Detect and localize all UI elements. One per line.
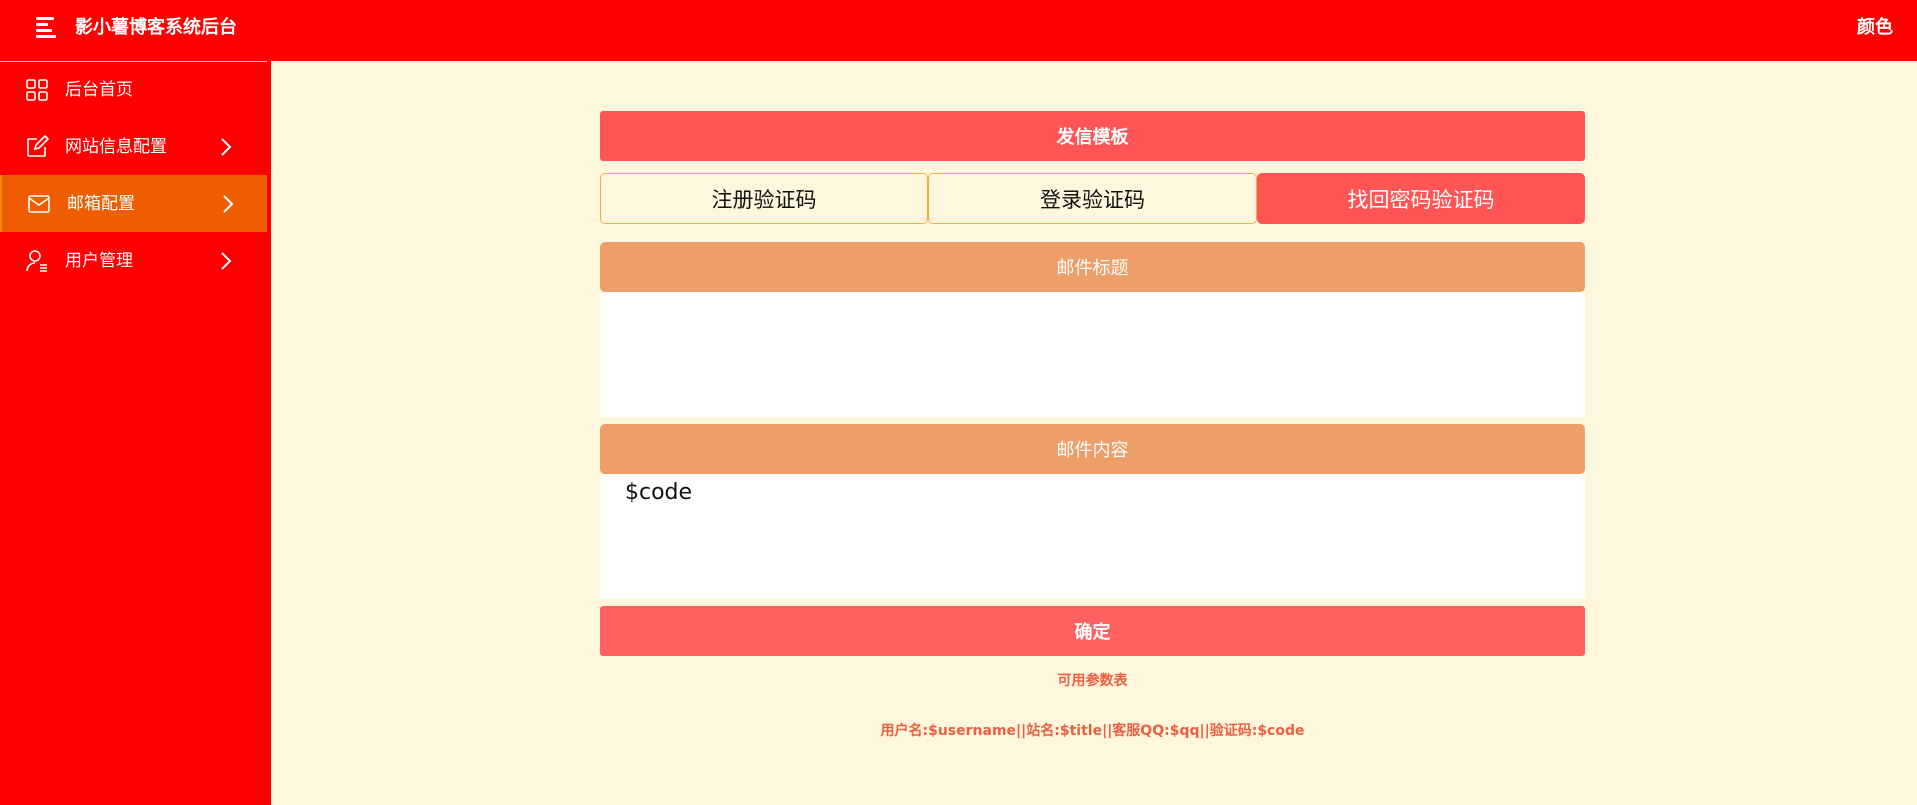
params-text: 用户名:$username||站名:$title||客服QQ:$qq||验证码:… [880, 723, 1305, 739]
sidebar-item-site-config[interactable]: 网站信息配置 [0, 118, 267, 175]
params-title: 可用参数表 [1057, 673, 1128, 689]
top-bar: 影小薯博客系统后台 颜色 [0, 0, 1917, 61]
color-theme-button[interactable]: 颜色 [1857, 16, 1893, 40]
sidebar-item-label: 网站信息配置 [65, 137, 167, 157]
grid-icon [26, 79, 48, 101]
sidebar-item-dashboard[interactable]: 后台首页 [0, 61, 267, 118]
subject-textarea[interactable] [600, 292, 1585, 417]
content-header: 邮件内容 [600, 424, 1585, 474]
chevron-right-icon [223, 195, 234, 213]
tab-reset-password-code[interactable]: 找回密码验证码 [1257, 173, 1585, 224]
chevron-right-icon [221, 138, 232, 156]
app-title: 影小薯博客系统后台 [75, 17, 237, 38]
panel-title: 发信模板 [600, 111, 1585, 161]
sidebar-item-label: 邮箱配置 [67, 194, 135, 214]
sidebar-item-user-management[interactable]: 用户管理 [0, 232, 267, 289]
tab-login-code[interactable]: 登录验证码 [928, 173, 1257, 224]
confirm-button[interactable]: 确定 [600, 606, 1585, 656]
mail-icon [28, 195, 50, 213]
user-icon [26, 250, 47, 272]
content-textarea[interactable]: $code [600, 474, 1585, 599]
chevron-right-icon [221, 252, 232, 270]
subject-header: 邮件标题 [600, 242, 1585, 292]
sidebar-item-label: 后台首页 [65, 80, 133, 100]
edit-icon [27, 135, 49, 157]
tab-register-code[interactable]: 注册验证码 [600, 173, 928, 224]
sidebar-item-label: 用户管理 [65, 251, 133, 271]
menu-toggle-icon[interactable] [36, 17, 58, 39]
sidebar-item-mail-config[interactable]: 邮箱配置 [0, 175, 267, 232]
sidebar: 后台首页 网站信息配置 邮箱配置 用户管理 [0, 61, 271, 805]
